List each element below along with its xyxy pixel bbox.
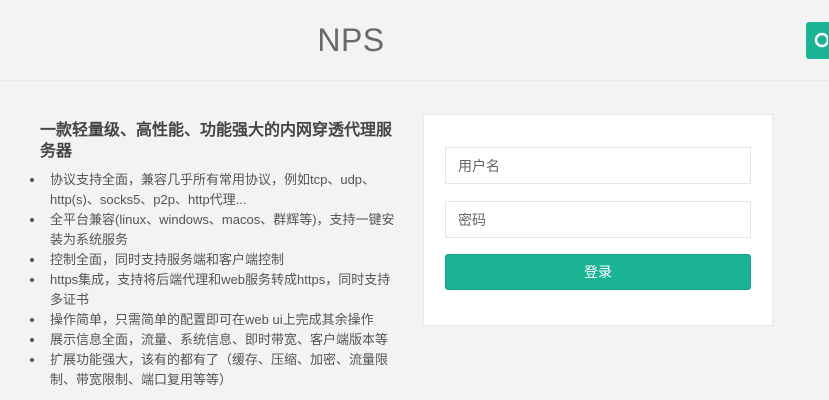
bullet-icon <box>30 338 34 342</box>
top-header: NPS <box>0 0 829 81</box>
intro-title: 一款轻量级、高性能、功能强大的内网穿透代理服务器 <box>40 122 393 160</box>
list-item: 操作简单，只需简单的配置即可在web ui上完成其余操作 <box>30 310 400 330</box>
login-card: 登录 <box>423 114 773 326</box>
username-input[interactable] <box>445 147 751 184</box>
bullet-icon <box>30 318 34 322</box>
list-item: 展示信息全面，流量、系统信息、即时带宽、客户端版本等 <box>30 330 400 350</box>
bullet-icon <box>30 178 34 182</box>
list-item: 扩展功能强大，该有的都有了（缓存、压缩、加密、流量限制、带宽限制、端口复用等等） <box>30 350 400 390</box>
bullet-icon <box>30 218 34 222</box>
cloud-icon <box>814 32 828 48</box>
list-item: 控制全面，同时支持服务端和客户端控制 <box>30 250 400 270</box>
feature-list: 协议支持全面，兼容几乎所有常用协议，例如tcp、udp、http(s)、sock… <box>30 170 400 390</box>
list-item: 协议支持全面，兼容几乎所有常用协议，例如tcp、udp、http(s)、sock… <box>30 170 400 210</box>
intro-section: 一款轻量级、高性能、功能强大的内网穿透代理服务器 协议支持全面，兼容几乎所有常用… <box>30 120 400 390</box>
bullet-icon <box>30 278 34 282</box>
login-button[interactable]: 登录 <box>445 254 751 290</box>
bullet-icon <box>30 258 34 262</box>
brand-title: NPS <box>317 22 385 58</box>
password-input[interactable] <box>445 201 751 238</box>
list-item: 全平台兼容(linux、windows、macos、群辉等)，支持一键安装为系统… <box>30 210 400 250</box>
bullet-icon <box>30 358 34 362</box>
corner-action-button[interactable] <box>806 22 829 59</box>
list-item: https集成，支持将后端代理和web服务转成https，同时支持多证书 <box>30 270 400 310</box>
